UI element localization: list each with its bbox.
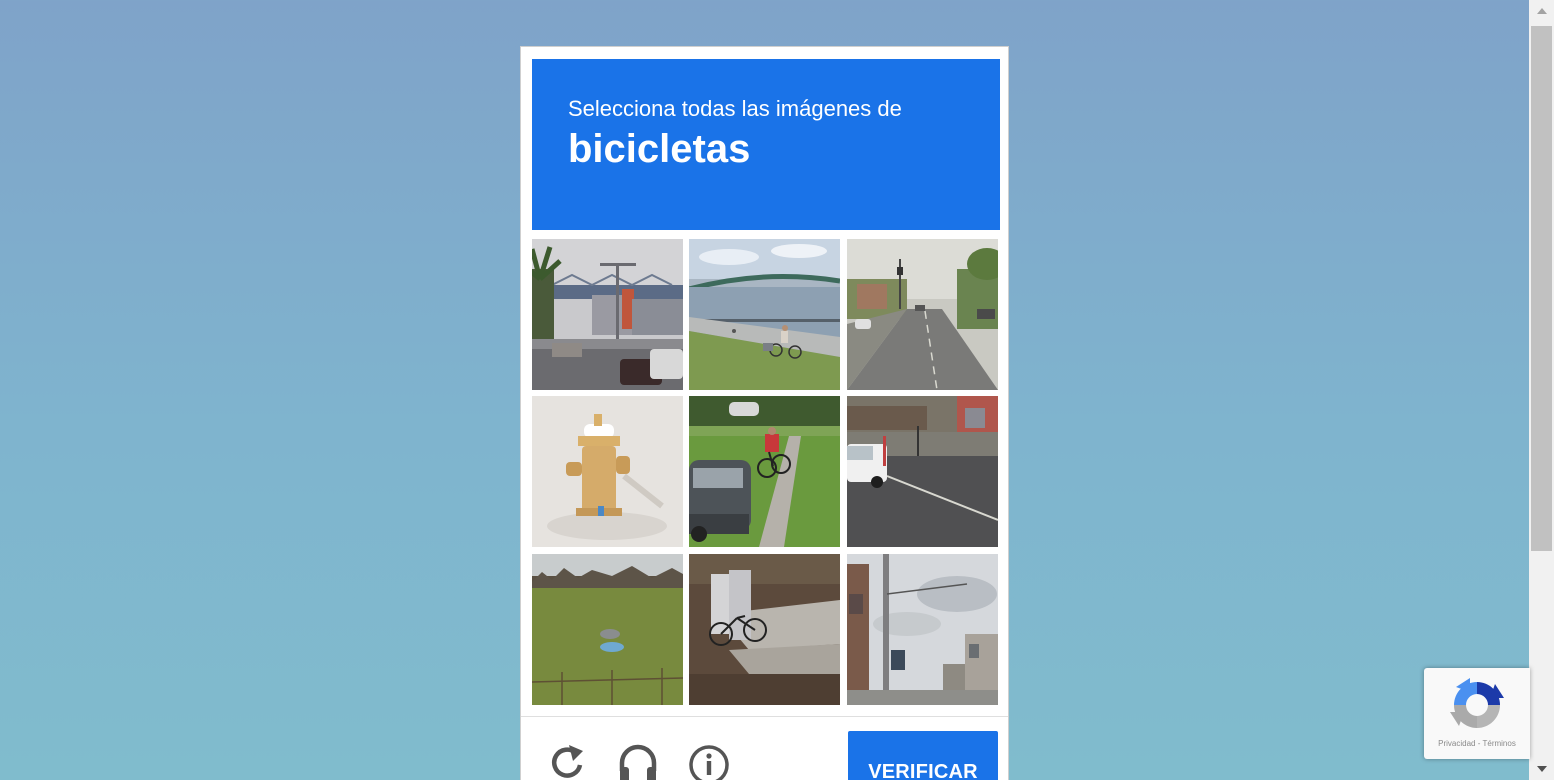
reload-icon[interactable]	[545, 741, 589, 780]
image-tile-7[interactable]	[532, 554, 683, 705]
image-tile-4[interactable]	[532, 396, 683, 547]
image-tile-9[interactable]	[847, 554, 998, 705]
tile-9-image	[847, 554, 998, 705]
image-tile-3[interactable]	[847, 239, 998, 390]
tile-7-image	[532, 554, 683, 705]
image-tile-8[interactable]	[689, 554, 840, 705]
recaptcha-badge: Privacidad - Términos	[1424, 668, 1530, 759]
image-tile-1[interactable]	[532, 239, 683, 390]
vertical-scrollbar[interactable]	[1529, 0, 1554, 780]
scrollbar-thumb[interactable]	[1531, 26, 1552, 551]
privacy-link[interactable]: Privacidad	[1438, 739, 1475, 748]
image-tile-2[interactable]	[689, 239, 840, 390]
recaptcha-challenge-dialog: Selecciona todas las imágenes de bicicle…	[520, 46, 1009, 780]
image-tile-6[interactable]	[847, 396, 998, 547]
recaptcha-logo-icon	[1450, 678, 1504, 728]
badge-links: Privacidad - Términos	[1424, 739, 1530, 748]
footer-divider	[521, 716, 1008, 717]
verify-button[interactable]: VERIFICAR	[848, 731, 998, 780]
info-icon[interactable]	[687, 741, 731, 780]
image-tile-5[interactable]	[689, 396, 840, 547]
tile-8-image	[689, 554, 840, 705]
tile-1-image	[532, 239, 683, 390]
image-grid	[532, 239, 1000, 707]
tile-6-image	[847, 396, 998, 547]
scroll-up-arrow-icon[interactable]	[1537, 8, 1547, 14]
challenge-prompt: Selecciona todas las imágenes de bicicle…	[532, 59, 1000, 230]
tile-3-image	[847, 239, 998, 390]
terms-link[interactable]: Términos	[1482, 739, 1515, 748]
tile-4-image	[532, 396, 683, 547]
tile-5-image	[689, 396, 840, 547]
challenge-target-word: bicicletas	[568, 127, 751, 171]
tile-2-image	[689, 239, 840, 390]
scroll-down-arrow-icon[interactable]	[1537, 766, 1547, 772]
challenge-instruction: Selecciona todas las imágenes de	[568, 96, 902, 121]
headphones-icon[interactable]	[616, 741, 660, 780]
